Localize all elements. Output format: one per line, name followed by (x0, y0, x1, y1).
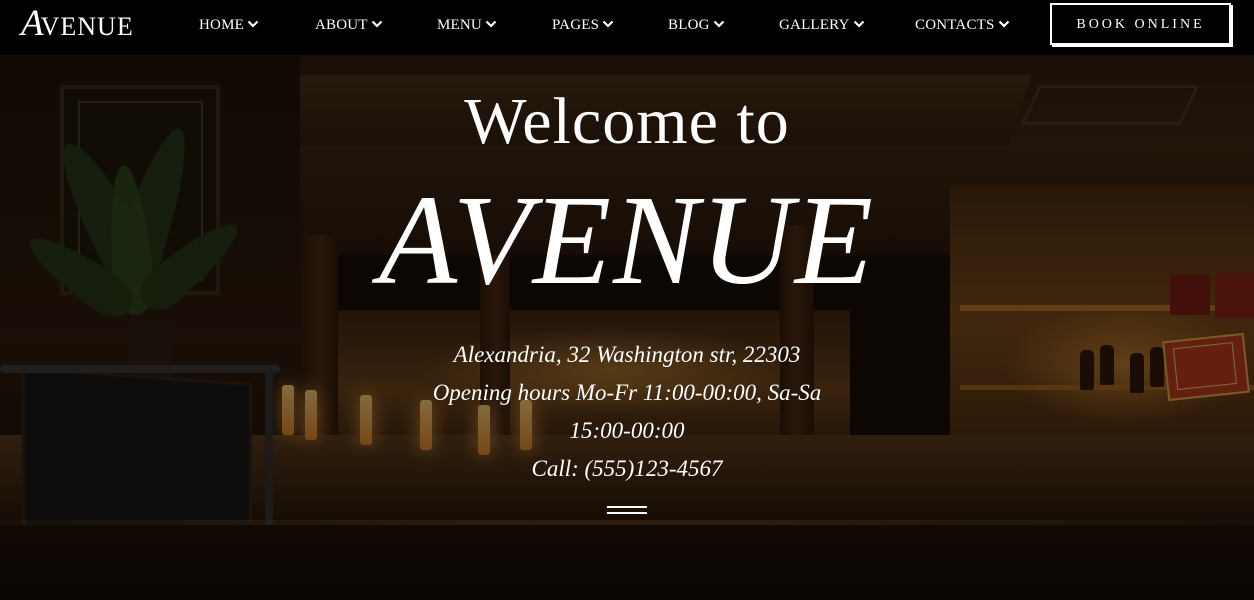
nav-item-label: BLOG (668, 17, 710, 33)
nav-item-label: PAGES (552, 17, 600, 33)
nav-item-about[interactable]: ABOUT (315, 15, 383, 35)
book-online-button[interactable]: BOOK ONLINE (1050, 3, 1231, 45)
nav-item-home[interactable]: HOME (199, 15, 259, 35)
logo-text: VENUE (40, 12, 134, 41)
nav-item-pages[interactable]: PAGES (552, 15, 614, 35)
hero-address: Alexandria, 32 Washington str, 22303 (453, 342, 801, 367)
nav-item-label: MENU (437, 17, 482, 33)
chevron-down-icon (485, 19, 497, 29)
top-navbar: AVENUE HOME ABOUT MENU PAGES BLOG GALLER… (0, 0, 1254, 55)
page: AVENUE HOME ABOUT MENU PAGES BLOG GALLER… (0, 0, 1254, 600)
chevron-down-icon (371, 19, 383, 29)
nav-item-label: HOME (199, 17, 244, 33)
nav-item-blog[interactable]: BLOG (668, 15, 725, 35)
chevron-down-icon (602, 19, 614, 29)
chevron-down-icon (853, 19, 865, 29)
chevron-down-icon (713, 19, 725, 29)
hero-content: Welcome to AVENUE Alexandria, 32 Washing… (0, 0, 1254, 600)
hero-opening-hours-continued: 15:00-00:00 (569, 418, 685, 443)
double-line-divider-icon (607, 506, 647, 515)
hero-opening-hours: Opening hours Mo-Fr 11:00-00:00, Sa-Sa (432, 380, 822, 405)
nav-item-gallery[interactable]: GALLERY (779, 15, 865, 35)
chevron-down-icon (998, 19, 1010, 29)
hero-welcome-heading: Welcome to (464, 85, 790, 158)
hero-title: AVENUE (378, 169, 876, 311)
nav-item-menu[interactable]: MENU (437, 15, 497, 35)
nav-item-label: CONTACTS (915, 17, 995, 33)
nav-item-label: ABOUT (315, 17, 368, 33)
hero-phone: Call: (555)123-4567 (531, 456, 723, 481)
site-logo[interactable]: AVENUE (21, 4, 134, 47)
chevron-down-icon (247, 19, 259, 29)
nav-item-contacts[interactable]: CONTACTS (915, 15, 1010, 35)
nav-item-label: GALLERY (779, 17, 850, 33)
